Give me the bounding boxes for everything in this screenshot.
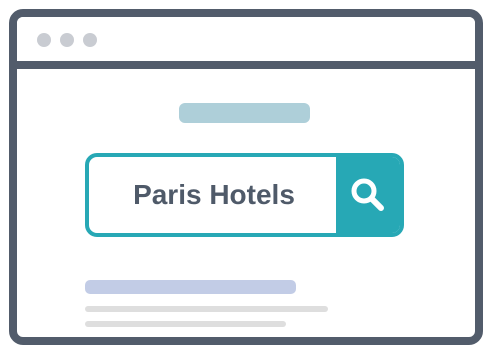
search-result-snippet-line-2 <box>85 321 286 327</box>
page-header-placeholder <box>179 103 310 123</box>
search-box: Paris Hotels <box>85 153 404 237</box>
window-control-dot-1[interactable] <box>37 33 51 47</box>
search-button[interactable] <box>336 157 400 233</box>
search-result-snippet-line-1 <box>85 306 328 312</box>
window-control-dot-3[interactable] <box>83 33 97 47</box>
search-icon <box>351 178 384 211</box>
search-result-title-placeholder[interactable] <box>85 280 296 294</box>
search-input[interactable]: Paris Hotels <box>89 157 339 233</box>
window-control-dot-2[interactable] <box>60 33 74 47</box>
window-titlebar <box>17 17 475 69</box>
